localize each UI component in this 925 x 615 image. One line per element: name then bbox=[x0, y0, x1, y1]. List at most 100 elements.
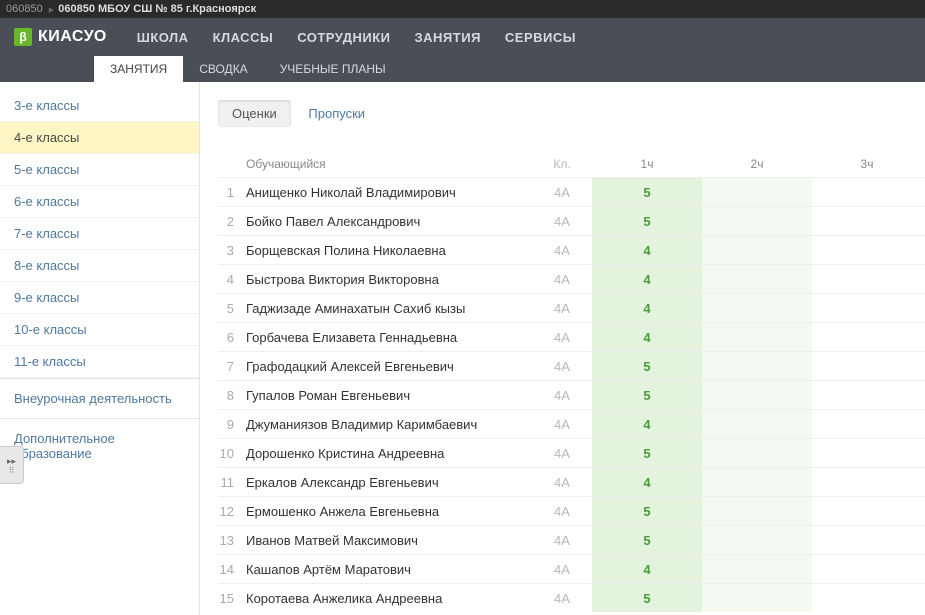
tab-grades[interactable]: Оценки bbox=[218, 100, 291, 127]
grade-cell-q2[interactable] bbox=[702, 584, 812, 612]
nav-school[interactable]: ШКОЛА bbox=[137, 30, 189, 45]
sidebar-class-item[interactable]: 7-е классы bbox=[0, 218, 199, 250]
sidebar-additional-edu[interactable]: Дополнительное образование bbox=[0, 418, 199, 473]
row-number: 12 bbox=[218, 504, 242, 519]
header-q2: 2ч bbox=[702, 157, 812, 171]
student-class: 4А bbox=[532, 446, 592, 461]
sidebar-class-item[interactable]: 8-е классы bbox=[0, 250, 199, 282]
table-row[interactable]: 4Быстрова Виктория Викторовна4А4 bbox=[218, 264, 925, 293]
nav-classes[interactable]: КЛАССЫ bbox=[213, 30, 274, 45]
row-number: 3 bbox=[218, 243, 242, 258]
sidebar-extracurricular[interactable]: Внеурочная деятельность bbox=[0, 378, 199, 418]
nav-lessons[interactable]: ЗАНЯТИЯ bbox=[415, 30, 481, 45]
grade-cell-q1[interactable]: 4 bbox=[592, 323, 702, 351]
grade-cell-q3[interactable] bbox=[812, 323, 922, 351]
student-class: 4А bbox=[532, 301, 592, 316]
grade-cell-q2[interactable] bbox=[702, 178, 812, 206]
nav-services[interactable]: СЕРВИСЫ bbox=[505, 30, 576, 45]
grade-cell-q3[interactable] bbox=[812, 555, 922, 583]
subnav-lessons[interactable]: ЗАНЯТИЯ bbox=[94, 56, 183, 82]
grade-cell-q1[interactable]: 5 bbox=[592, 497, 702, 525]
grade-cell-q3[interactable] bbox=[812, 439, 922, 467]
student-class: 4А bbox=[532, 330, 592, 345]
grade-cell-q3[interactable] bbox=[812, 381, 922, 409]
grade-cell-q3[interactable] bbox=[812, 352, 922, 380]
table-row[interactable]: 1Анищенко Николай Владимирович4А5 bbox=[218, 177, 925, 206]
grade-cell-q1[interactable]: 5 bbox=[592, 352, 702, 380]
grade-cell-q3[interactable] bbox=[812, 294, 922, 322]
student-name: Анищенко Николай Владимирович bbox=[242, 185, 532, 200]
grade-cell-q1[interactable]: 4 bbox=[592, 410, 702, 438]
table-row[interactable]: 10Дорошенко Кристина Андреевна4А5 bbox=[218, 438, 925, 467]
grade-cell-q1[interactable]: 4 bbox=[592, 468, 702, 496]
grade-cell-q2[interactable] bbox=[702, 265, 812, 293]
grade-cell-q2[interactable] bbox=[702, 323, 812, 351]
student-name: Ермошенко Анжела Евгеньевна bbox=[242, 504, 532, 519]
grade-cell-q1[interactable]: 5 bbox=[592, 584, 702, 612]
grade-cell-q1[interactable]: 4 bbox=[592, 555, 702, 583]
table-row[interactable]: 2Бойко Павел Александрович4А5 bbox=[218, 206, 925, 235]
grade-cell-q3[interactable] bbox=[812, 410, 922, 438]
grade-cell-q3[interactable] bbox=[812, 468, 922, 496]
sidebar-class-item[interactable]: 6-е классы bbox=[0, 186, 199, 218]
grade-cell-q3[interactable] bbox=[812, 207, 922, 235]
table-row[interactable]: 3Борщевская Полина Николаевна4А4 bbox=[218, 235, 925, 264]
sidebar-class-item[interactable]: 11-е классы bbox=[0, 346, 199, 378]
table-row[interactable]: 6Горбачева Елизавета Геннадьевна4А4 bbox=[218, 322, 925, 351]
tab-absences[interactable]: Пропуски bbox=[294, 100, 379, 127]
table-row[interactable]: 8Гупалов Роман Евгеньевич4А5 bbox=[218, 380, 925, 409]
breadcrumb-arrow: ▸ bbox=[49, 3, 55, 16]
nav-staff[interactable]: СОТРУДНИКИ bbox=[297, 30, 390, 45]
row-number: 11 bbox=[218, 475, 242, 490]
student-class: 4А bbox=[532, 475, 592, 490]
row-number: 8 bbox=[218, 388, 242, 403]
student-name: Иванов Матвей Максимович bbox=[242, 533, 532, 548]
table-row[interactable]: 15Коротаева Анжелика Андреевна4А5 bbox=[218, 583, 925, 612]
grade-cell-q1[interactable]: 4 bbox=[592, 236, 702, 264]
table-row[interactable]: 5Гаджизаде Аминахатын Сахиб кызы4А4 bbox=[218, 293, 925, 322]
grade-cell-q2[interactable] bbox=[702, 497, 812, 525]
sidebar-toggle[interactable]: ▸▸ ⠿ bbox=[0, 446, 24, 484]
grade-cell-q3[interactable] bbox=[812, 526, 922, 554]
grade-cell-q2[interactable] bbox=[702, 207, 812, 235]
subnav-summary[interactable]: СВОДКА bbox=[183, 56, 263, 82]
sidebar-class-item[interactable]: 5-е классы bbox=[0, 154, 199, 186]
grade-cell-q3[interactable] bbox=[812, 178, 922, 206]
subnav-plans[interactable]: УЧЕБНЫЕ ПЛАНЫ bbox=[264, 56, 402, 82]
grade-cell-q3[interactable] bbox=[812, 265, 922, 293]
student-name: Графодацкий Алексей Евгеньевич bbox=[242, 359, 532, 374]
row-number: 10 bbox=[218, 446, 242, 461]
table-row[interactable]: 12Ермошенко Анжела Евгеньевна4А5 bbox=[218, 496, 925, 525]
sidebar-class-item[interactable]: 3-е классы bbox=[0, 90, 199, 122]
grade-cell-q1[interactable]: 5 bbox=[592, 526, 702, 554]
grade-cell-q1[interactable]: 5 bbox=[592, 439, 702, 467]
grade-cell-q3[interactable] bbox=[812, 236, 922, 264]
table-row[interactable]: 11Еркалов Александр Евгеньевич4А4 bbox=[218, 467, 925, 496]
table-row[interactable]: 7Графодацкий Алексей Евгеньевич4А5 bbox=[218, 351, 925, 380]
grade-cell-q1[interactable]: 4 bbox=[592, 294, 702, 322]
sidebar-class-item[interactable]: 10-е классы bbox=[0, 314, 199, 346]
grade-cell-q3[interactable] bbox=[812, 497, 922, 525]
grade-cell-q3[interactable] bbox=[812, 584, 922, 612]
grade-cell-q2[interactable] bbox=[702, 410, 812, 438]
table-row[interactable]: 13Иванов Матвей Максимович4А5 bbox=[218, 525, 925, 554]
grade-cell-q1[interactable]: 5 bbox=[592, 207, 702, 235]
grade-cell-q1[interactable]: 5 bbox=[592, 381, 702, 409]
grade-cell-q2[interactable] bbox=[702, 294, 812, 322]
grade-cell-q2[interactable] bbox=[702, 439, 812, 467]
grade-cell-q1[interactable]: 5 bbox=[592, 178, 702, 206]
sidebar-class-item[interactable]: 4-е классы bbox=[0, 122, 199, 154]
grade-cell-q2[interactable] bbox=[702, 468, 812, 496]
table-row[interactable]: 14Кашапов Артём Маратович4А4 bbox=[218, 554, 925, 583]
student-class: 4А bbox=[532, 533, 592, 548]
row-number: 5 bbox=[218, 301, 242, 316]
row-number: 6 bbox=[218, 330, 242, 345]
grade-cell-q2[interactable] bbox=[702, 236, 812, 264]
grade-cell-q2[interactable] bbox=[702, 352, 812, 380]
table-row[interactable]: 9Джуманиязов Владимир Каримбаевич4А4 bbox=[218, 409, 925, 438]
grade-cell-q2[interactable] bbox=[702, 555, 812, 583]
grade-cell-q2[interactable] bbox=[702, 526, 812, 554]
sidebar-class-item[interactable]: 9-е классы bbox=[0, 282, 199, 314]
grade-cell-q1[interactable]: 4 bbox=[592, 265, 702, 293]
grade-cell-q2[interactable] bbox=[702, 381, 812, 409]
